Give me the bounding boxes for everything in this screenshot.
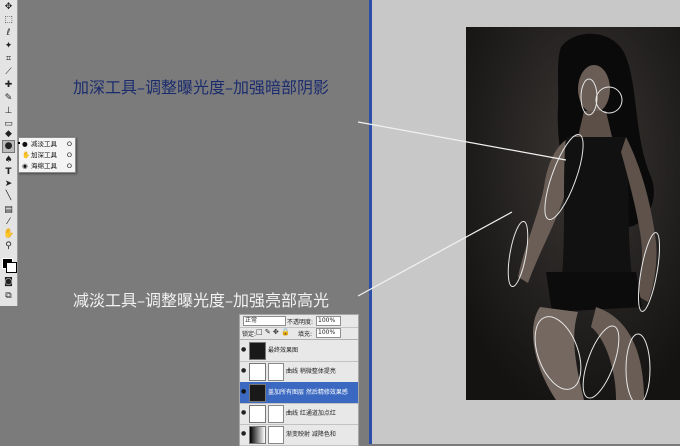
layer-name: 盖加所有图层 然后精修效果感 — [268, 389, 348, 396]
layer-thumbnail — [249, 384, 266, 402]
eye-icon[interactable]: ● — [241, 410, 248, 416]
eye-icon[interactable]: ● — [241, 347, 248, 353]
layer-row-selected[interactable]: ● 盖加所有图层 然后精修效果感 — [240, 382, 358, 404]
layers-lock-row: 锁定: □ ✎ ✥ 🔒 填充: 100% — [240, 327, 358, 340]
blend-mode-select[interactable]: 正常 — [243, 316, 286, 326]
eye-icon[interactable]: ● — [241, 389, 248, 395]
layer-mask — [268, 426, 284, 444]
layer-name: 渐变映射 减降色和 — [286, 431, 336, 438]
lock-label: 锁定: — [242, 331, 257, 338]
layer-name: 曲线 稍微整体提亮 — [286, 368, 336, 375]
curves-thumbnail — [249, 405, 266, 423]
eye-icon[interactable]: ● — [241, 431, 248, 437]
fill-input[interactable]: 100% — [316, 328, 341, 338]
curves-thumbnail — [249, 363, 266, 381]
gradient-map-thumbnail — [249, 426, 266, 444]
layer-thumbnail — [249, 342, 266, 360]
layer-row[interactable]: ● 最终效果图 — [240, 340, 358, 362]
layer-row[interactable]: ● 曲线 红通道加点红 — [240, 403, 358, 425]
layer-name: 最终效果图 — [268, 347, 299, 354]
layer-mask — [268, 405, 284, 423]
opacity-input[interactable]: 100% — [316, 316, 341, 326]
opacity-label: 不透明度: — [287, 319, 314, 326]
lock-icons[interactable]: □ ✎ ✥ 🔒 — [256, 328, 290, 336]
layer-row[interactable]: ● 渐变映射 减降色和 — [240, 424, 358, 446]
fill-label: 填充: — [298, 331, 313, 338]
layers-panel: 正常 不透明度: 100% 锁定: □ ✎ ✥ 🔒 填充: 100% ● 最终效… — [239, 314, 359, 446]
layer-row[interactable]: ● 曲线 稍微整体提亮 — [240, 361, 358, 383]
burn-pointer-line — [357, 121, 567, 161]
layer-mask — [268, 363, 284, 381]
layer-name: 曲线 红通道加点红 — [286, 410, 336, 417]
eye-icon[interactable]: ● — [241, 368, 248, 374]
dodge-pointer-line — [357, 211, 513, 297]
